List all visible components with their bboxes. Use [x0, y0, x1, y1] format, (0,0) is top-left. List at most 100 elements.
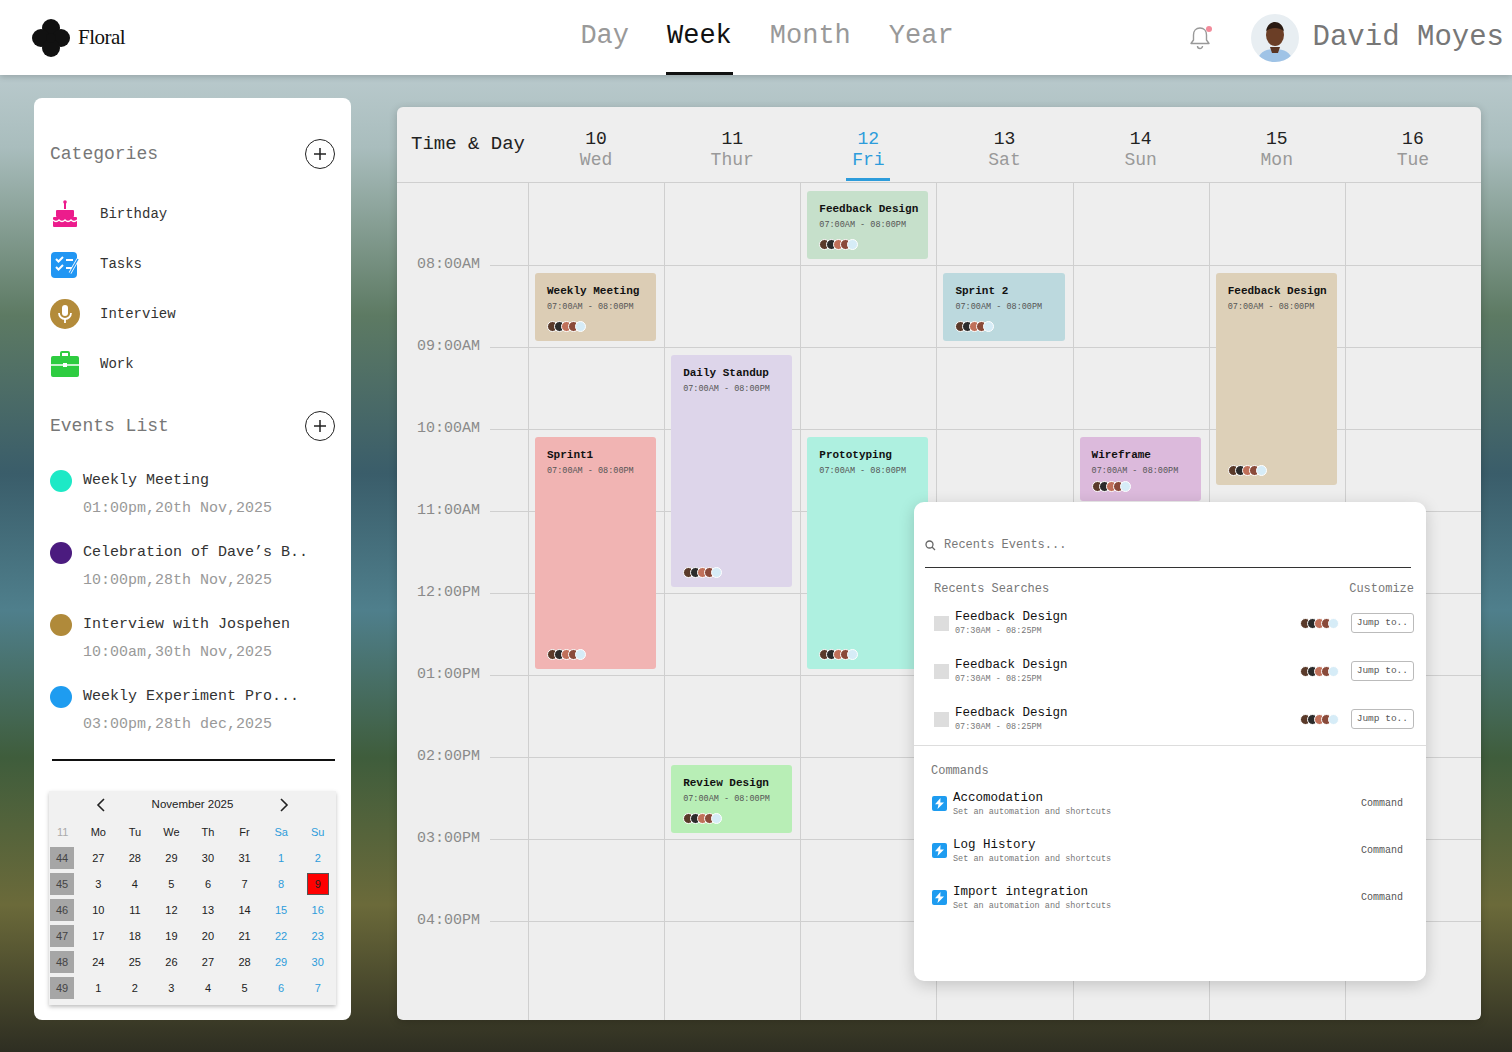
day-header[interactable]: 15Mon	[1209, 107, 1345, 182]
user-name[interactable]: David Moyes	[1313, 16, 1504, 60]
command-row[interactable]: Log HistorySet an automation and shortcu…	[914, 827, 1426, 874]
hour-cell[interactable]	[1074, 347, 1209, 429]
mini-calendar-day[interactable]: 3	[87, 873, 109, 895]
mini-calendar-day[interactable]: 2	[307, 847, 329, 869]
jump-to-button[interactable]: Jump to..	[1351, 613, 1414, 633]
calendar-event[interactable]: Sprint107:00AM - 08:00PM	[535, 437, 656, 669]
calendar-event[interactable]: Sprint 207:00AM - 08:00PM	[943, 273, 1064, 341]
day-header[interactable]: 10Wed	[528, 107, 664, 182]
command-row[interactable]: Import integrationSet an automation and …	[914, 874, 1426, 921]
day-header[interactable]: 13Sat	[936, 107, 1072, 182]
hour-cell[interactable]	[937, 429, 1072, 511]
mini-calendar-day[interactable]: 27	[197, 951, 219, 973]
event-list-item[interactable]: Celebration of Dave’s B..10:00pm,28th No…	[50, 542, 335, 614]
mini-calendar-day[interactable]: 6	[270, 977, 292, 999]
command-label[interactable]: Command	[1361, 796, 1403, 811]
hour-cell[interactable]	[529, 757, 664, 839]
calendar-event[interactable]: Weekly Meeting07:00AM - 08:00PM	[535, 273, 656, 341]
mini-calendar-day[interactable]: 3	[160, 977, 182, 999]
mini-calendar-day[interactable]: 2	[124, 977, 146, 999]
command-row[interactable]: AccomodationSet an automation and shortc…	[914, 780, 1426, 827]
mini-calendar-day[interactable]: 27	[87, 847, 109, 869]
hour-cell[interactable]	[665, 839, 800, 921]
hour-cell[interactable]	[1210, 183, 1345, 265]
view-tab[interactable]: Month	[769, 0, 852, 75]
mini-calendar-day[interactable]: 26	[160, 951, 182, 973]
add-button[interactable]	[305, 411, 335, 441]
category-item[interactable]: Birthday	[50, 189, 335, 239]
user-avatar-icon[interactable]	[1251, 14, 1299, 62]
mini-calendar-day[interactable]: 4	[197, 977, 219, 999]
category-item[interactable]: Work	[50, 339, 335, 389]
mini-calendar-day[interactable]: 21	[234, 925, 256, 947]
mini-calendar-day[interactable]: 28	[234, 951, 256, 973]
calendar-event[interactable]: Feedback Design07:00AM - 08:00PM	[807, 191, 928, 259]
hour-cell[interactable]	[529, 347, 664, 429]
mini-calendar-day[interactable]: 30	[197, 847, 219, 869]
hour-cell[interactable]	[937, 347, 1072, 429]
command-label[interactable]: Command	[1361, 843, 1403, 858]
mini-calendar-day[interactable]: 8	[270, 873, 292, 895]
calendar-event[interactable]: Prototyping07:00AM - 08:00PM	[807, 437, 928, 669]
mini-calendar-day[interactable]: 20	[197, 925, 219, 947]
mini-calendar-day[interactable]: 9	[307, 873, 329, 895]
hour-cell[interactable]	[529, 675, 664, 757]
mini-calendar-day[interactable]: 25	[124, 951, 146, 973]
day-header[interactable]: 16Tue	[1345, 107, 1481, 182]
mini-calendar-day[interactable]: 1	[270, 847, 292, 869]
hour-cell[interactable]	[665, 183, 800, 265]
mini-calendar-day[interactable]: 5	[234, 977, 256, 999]
day-header[interactable]: 14Sun	[1073, 107, 1209, 182]
notifications-button[interactable]	[1187, 25, 1213, 51]
recent-checkbox[interactable]	[934, 664, 949, 679]
day-column[interactable]: Weekly Meeting07:00AM - 08:00PM Sprint107…	[528, 183, 664, 1020]
event-list-item[interactable]: Weekly Experiment Pro...03:00pm,28th dec…	[50, 686, 335, 758]
mini-calendar-day[interactable]: 13	[197, 899, 219, 921]
hour-cell[interactable]	[665, 265, 800, 347]
day-header[interactable]: 11Thur	[664, 107, 800, 182]
hour-cell[interactable]	[1346, 183, 1481, 265]
view-tab[interactable]: Year	[888, 0, 955, 75]
mini-calendar-day[interactable]: 12	[160, 899, 182, 921]
mini-calendar-day[interactable]: 30	[307, 951, 329, 973]
view-tab[interactable]: Day	[579, 0, 630, 75]
category-item[interactable]: Interview	[50, 289, 335, 339]
mini-calendar-day[interactable]: 16	[307, 899, 329, 921]
calendar-event[interactable]: Review Design07:00AM - 08:00PM	[671, 765, 792, 833]
recent-search-row[interactable]: Feedback Design07:30AM - 08:25PMJump to.…	[914, 695, 1426, 743]
command-label[interactable]: Command	[1361, 890, 1403, 905]
mini-calendar-day[interactable]: 14	[234, 899, 256, 921]
jump-to-button[interactable]: Jump to..	[1351, 661, 1414, 681]
day-column[interactable]: Daily Standup07:00AM - 08:00PMReview Des…	[664, 183, 800, 1020]
mini-calendar-day[interactable]: 23	[307, 925, 329, 947]
hour-cell[interactable]	[1074, 265, 1209, 347]
mini-calendar-day[interactable]: 17	[87, 925, 109, 947]
view-tab[interactable]: Week	[666, 0, 733, 75]
mini-calendar-day[interactable]: 5	[160, 873, 182, 895]
mini-calendar-day[interactable]: 31	[234, 847, 256, 869]
mini-calendar-day[interactable]: 18	[124, 925, 146, 947]
hour-cell[interactable]	[937, 183, 1072, 265]
hour-cell[interactable]	[801, 265, 936, 347]
hour-cell[interactable]	[1346, 429, 1481, 511]
mini-calendar-day[interactable]: 7	[307, 977, 329, 999]
category-item[interactable]: Tasks	[50, 239, 335, 289]
calendar-event[interactable]: Feedback Design07:00AM - 08:00PM	[1216, 273, 1337, 485]
jump-to-button[interactable]: Jump to..	[1351, 709, 1414, 729]
hour-cell[interactable]	[665, 675, 800, 757]
mini-calendar-day[interactable]: 6	[197, 873, 219, 895]
search-input[interactable]	[944, 536, 1411, 554]
event-list-item[interactable]: Weekly Meeting01:00pm,20th Nov,2025	[50, 470, 335, 542]
hour-cell[interactable]	[1346, 347, 1481, 429]
customize-link[interactable]: Customize	[1349, 580, 1414, 598]
hour-cell[interactable]	[1074, 183, 1209, 265]
recent-checkbox[interactable]	[934, 712, 949, 727]
hour-cell[interactable]	[529, 839, 664, 921]
mini-calendar-day[interactable]: 29	[270, 951, 292, 973]
recent-checkbox[interactable]	[934, 616, 949, 631]
mini-calendar-day[interactable]: 19	[160, 925, 182, 947]
mini-calendar-day[interactable]: 4	[124, 873, 146, 895]
mini-calendar-day[interactable]: 1	[87, 977, 109, 999]
hour-cell[interactable]	[529, 921, 664, 1003]
mini-calendar-day[interactable]: 15	[270, 899, 292, 921]
